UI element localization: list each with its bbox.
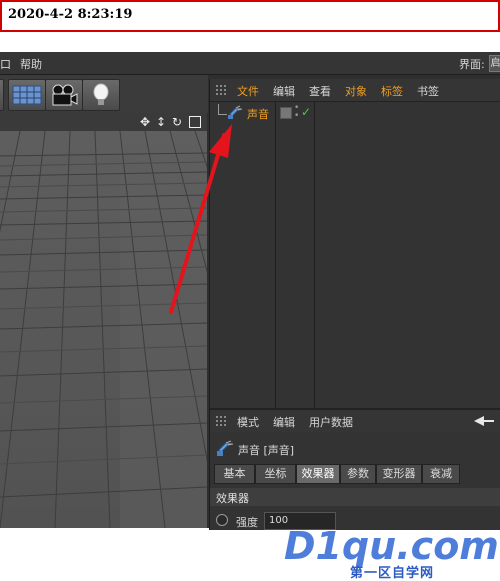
watermark: D1qu.com 第一区自学网 [284, 524, 500, 581]
annotation-arrow-overlay [169, 124, 232, 314]
annotation-arrow-shaft [169, 133, 226, 314]
watermark-tagline: 第一区自学网 [350, 566, 435, 581]
annotation-arrow-head [209, 124, 232, 158]
